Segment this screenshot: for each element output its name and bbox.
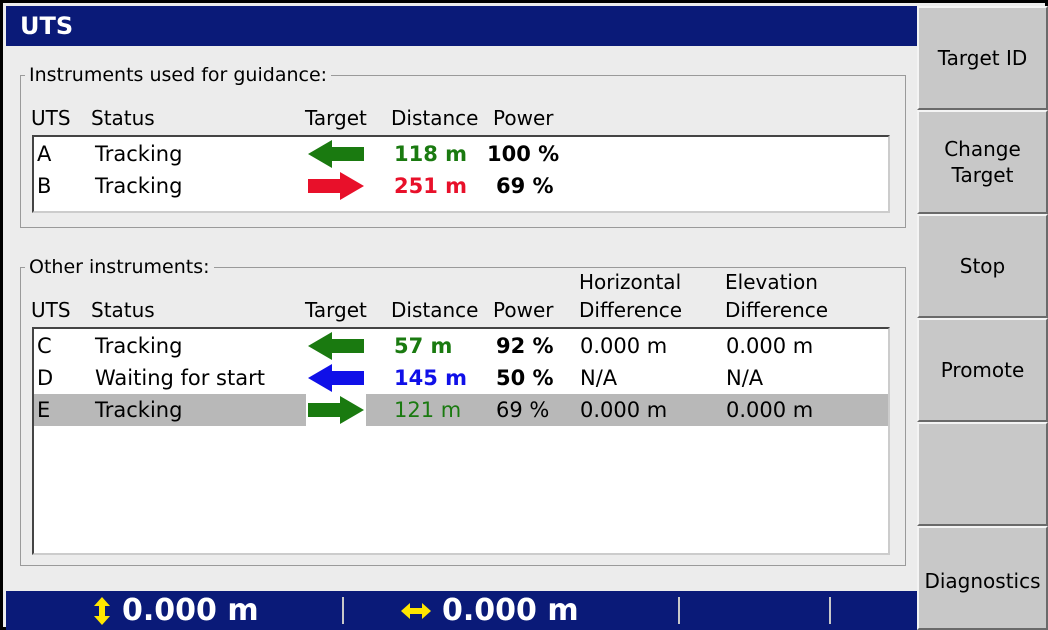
horizontal-offset-value: 0.000 m xyxy=(442,593,579,628)
change-target-button[interactable]: Change Target xyxy=(917,110,1048,214)
col-header-ediff-2: Difference xyxy=(725,298,829,322)
other-legend: Other instruments: xyxy=(29,256,210,278)
list-item[interactable]: A Tracking 118 m 100 % xyxy=(34,138,888,170)
distance-value: 57 m xyxy=(394,334,453,358)
target-id-label: Target ID xyxy=(937,46,1028,70)
arrow-left-green-icon xyxy=(306,330,366,362)
list-item[interactable]: B Tracking 251 m 69 % xyxy=(34,170,888,202)
hdiff-value: 0.000 m xyxy=(580,398,668,422)
status-text: Tracking xyxy=(95,398,183,422)
list-item[interactable]: D Waiting for start 145 m 50 % N/A N/A xyxy=(34,362,888,394)
window-title: UTS xyxy=(6,6,917,46)
col-header-power: Power xyxy=(493,106,554,130)
list-item[interactable]: C Tracking 57 m 92 % 0.000 m 0.000 m xyxy=(34,330,888,362)
power-value: 69 % xyxy=(496,174,554,198)
hdiff-value: 0.000 m xyxy=(580,334,668,358)
ediff-value: 0.000 m xyxy=(726,334,814,358)
col-header-target: Target xyxy=(305,106,367,130)
distance-value: 121 m xyxy=(394,398,462,422)
col-header-ediff-1: Elevation xyxy=(725,270,818,294)
main-panel: Instruments used for guidance: UTS Statu… xyxy=(6,46,917,591)
status-separator xyxy=(678,597,680,624)
target-id-button[interactable]: Target ID xyxy=(917,6,1048,110)
uts-id: D xyxy=(37,366,54,390)
promote-button[interactable]: Promote xyxy=(917,318,1048,422)
distance-value: 118 m xyxy=(394,142,468,166)
col-header-uts: UTS xyxy=(31,298,71,322)
distance-value: 145 m xyxy=(394,366,468,390)
vertical-offset: 0.000 m xyxy=(92,591,259,630)
col-header-hdiff-2: Difference xyxy=(579,298,683,322)
guidance-legend: Instruments used for guidance: xyxy=(29,64,328,86)
col-header-status: Status xyxy=(91,106,155,130)
status-text: Tracking xyxy=(95,142,183,166)
vertical-arrows-icon xyxy=(94,596,110,625)
hdiff-value: N/A xyxy=(580,366,618,390)
uts-id: E xyxy=(37,398,51,422)
blank-softkey[interactable] xyxy=(917,422,1048,526)
stop-label: Stop xyxy=(959,254,1006,278)
arrow-left-blue-icon xyxy=(306,362,366,394)
list-item-selected[interactable]: E Tracking 121 m 69 % 0.000 m 0.000 m xyxy=(34,394,888,426)
status-bar: 0.000 m 0.000 m xyxy=(6,591,917,630)
col-header-status: Status xyxy=(91,298,155,322)
change-target-label-2: Target xyxy=(951,163,1014,187)
horizontal-offset: 0.000 m xyxy=(400,591,579,630)
diagnostics-label: Diagnostics xyxy=(924,569,1041,593)
change-target-label-1: Change xyxy=(944,137,1021,161)
distance-value: 251 m xyxy=(394,174,468,198)
softkey-panel: Target ID Change Target Stop Promote Dia… xyxy=(917,6,1048,630)
status-separator xyxy=(829,597,831,624)
vertical-offset-value: 0.000 m xyxy=(122,593,259,628)
status-text: Tracking xyxy=(95,334,183,358)
col-header-target: Target xyxy=(305,298,367,322)
other-list[interactable]: C Tracking 57 m 92 % 0.000 m 0.000 m D W… xyxy=(32,327,890,555)
guidance-list[interactable]: A Tracking 118 m 100 % B Tracking 251 m … xyxy=(32,135,890,213)
arrow-right-red-icon xyxy=(306,170,366,202)
promote-label: Promote xyxy=(940,358,1025,382)
status-separator xyxy=(342,597,344,624)
col-header-distance: Distance xyxy=(391,298,479,322)
uts-id: A xyxy=(37,142,52,166)
horizontal-arrows-icon xyxy=(401,602,431,619)
app-window: UTS Instruments used for guidance: UTS S… xyxy=(0,0,1048,630)
stop-button[interactable]: Stop xyxy=(917,214,1048,318)
ediff-value: N/A xyxy=(726,366,764,390)
uts-id: B xyxy=(37,174,52,198)
col-header-uts: UTS xyxy=(31,106,71,130)
ediff-value: 0.000 m xyxy=(726,398,814,422)
status-text: Tracking xyxy=(95,174,183,198)
power-value: 100 % xyxy=(487,142,560,166)
power-value: 92 % xyxy=(496,334,554,358)
col-header-hdiff-1: Horizontal xyxy=(579,270,682,294)
power-value: 69 % xyxy=(496,398,550,422)
uts-id: C xyxy=(37,334,52,358)
power-value: 50 % xyxy=(496,366,554,390)
arrow-left-green-icon xyxy=(306,138,366,170)
col-header-distance: Distance xyxy=(391,106,479,130)
diagnostics-button[interactable]: Diagnostics xyxy=(917,526,1048,630)
status-text: Waiting for start xyxy=(95,366,265,390)
col-header-power: Power xyxy=(493,298,554,322)
arrow-right-green-icon xyxy=(306,394,366,426)
